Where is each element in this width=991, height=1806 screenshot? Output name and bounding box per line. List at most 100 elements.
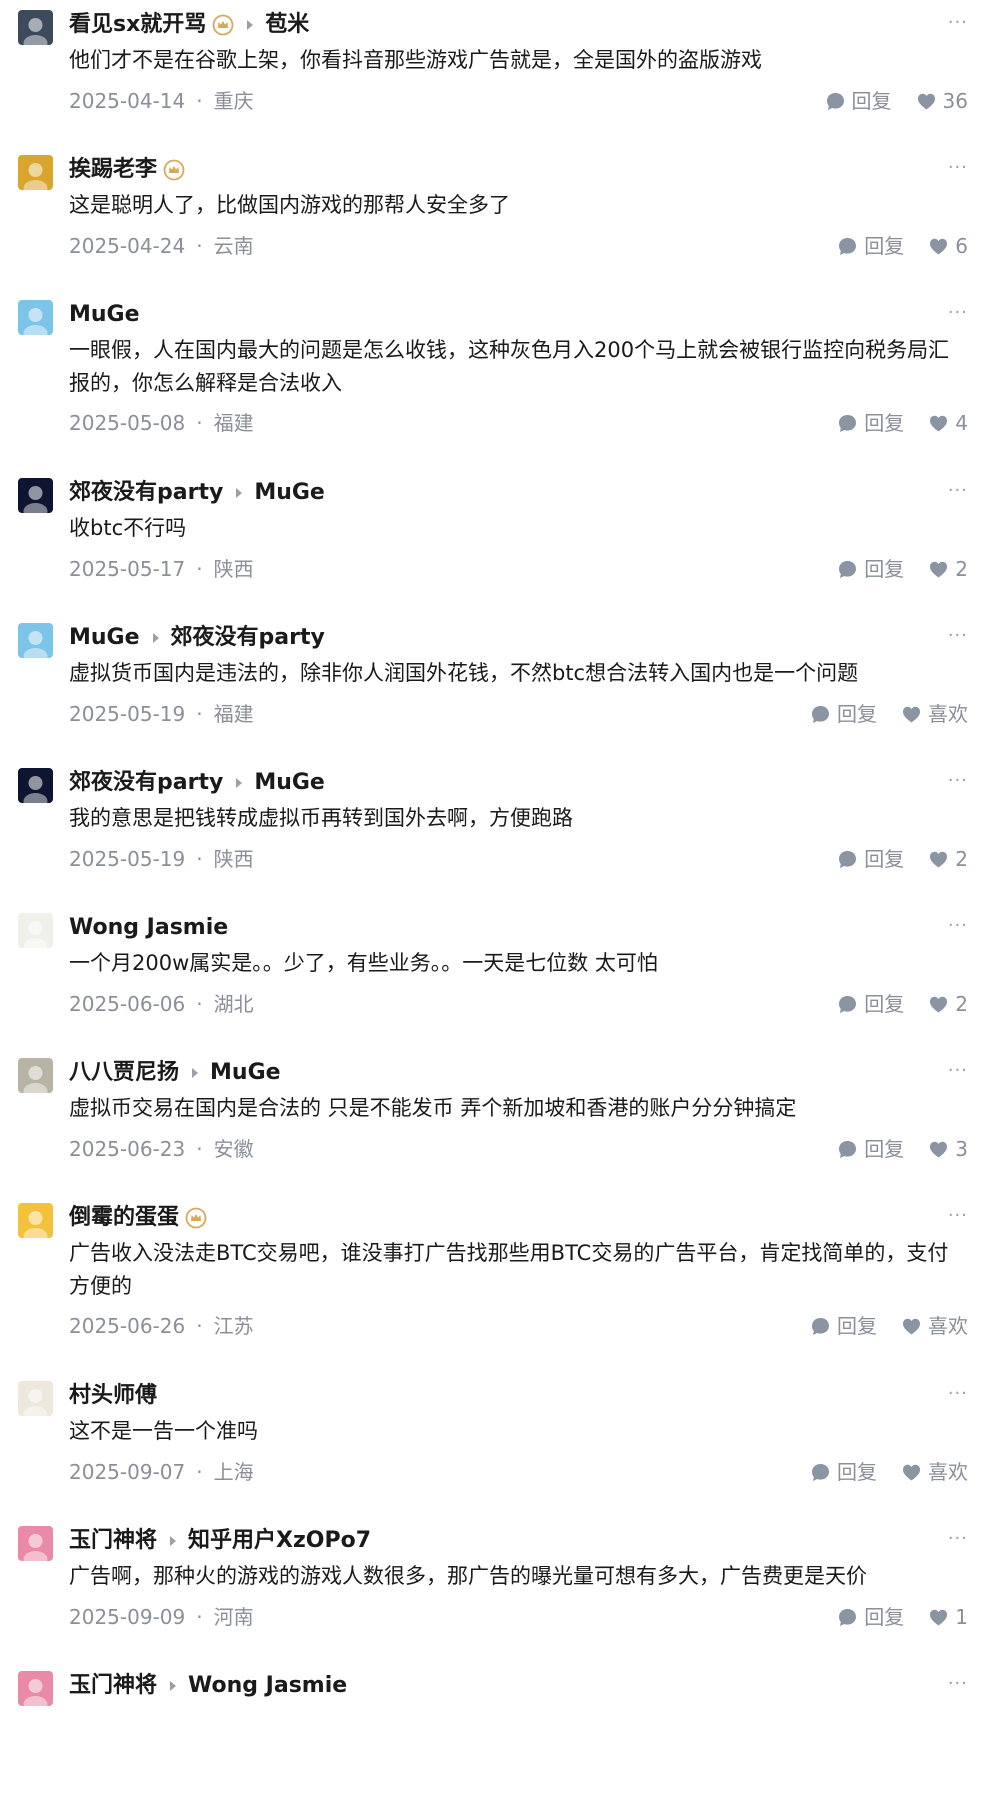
avatar[interactable] <box>18 300 53 335</box>
reply-button[interactable]: 回复 <box>837 989 904 1019</box>
more-dots-icon[interactable]: ··· <box>948 300 968 326</box>
comment-item: 挨踢老李 ··· 这是聪明人了，比做国内游戏的那帮人安全多了 2025-04-2… <box>0 145 991 290</box>
avatar[interactable] <box>18 913 53 948</box>
reply-label: 回复 <box>864 411 905 435</box>
author-name[interactable]: 八八贾尼扬 <box>69 1056 179 1090</box>
author-name[interactable]: 倒霉的蛋蛋 <box>69 1201 179 1235</box>
more-dots-icon[interactable]: ··· <box>948 1058 968 1084</box>
avatar[interactable] <box>18 1058 53 1093</box>
author-name[interactable]: 郊夜没有party <box>69 766 223 800</box>
reply-button[interactable]: 回复 <box>810 1311 877 1341</box>
speech-bubble-icon <box>839 1608 857 1626</box>
more-dots-icon[interactable]: ··· <box>948 155 968 181</box>
more-dots-icon[interactable]: ··· <box>948 1671 968 1697</box>
avatar[interactable] <box>18 1381 53 1416</box>
comment-item: 村头师傅 ··· 这不是一告一个准吗 2025-09-07 · 上海 回复 喜欢 <box>0 1371 991 1516</box>
comment-location: 河南 <box>213 1605 254 1629</box>
reply-to-name[interactable]: 苞米 <box>265 8 309 42</box>
heart-icon <box>930 561 948 577</box>
more-dots-icon[interactable]: ··· <box>948 1381 968 1407</box>
avatar[interactable] <box>18 768 53 803</box>
avatar[interactable] <box>18 1526 53 1561</box>
reply-button[interactable]: 回复 <box>837 231 904 261</box>
reply-button[interactable]: 回复 <box>837 1602 904 1632</box>
like-button[interactable]: 6 <box>928 231 968 261</box>
author-name[interactable]: 村头师傅 <box>69 1379 157 1413</box>
comment-item: 郊夜没有party MuGe ··· 收btc不行吗 2025-05-17 · 陕西… <box>0 468 991 613</box>
more-dots-icon[interactable]: ··· <box>948 478 968 504</box>
reply-button[interactable]: 回复 <box>837 844 904 874</box>
reply-to-name[interactable]: MuGe <box>254 766 325 800</box>
like-label: 1 <box>955 1605 968 1629</box>
comment-item: 看见sx就开骂 苞米 ··· 他们才不是在谷歌上架，你看抖音那些游戏广告就是，全… <box>0 0 991 145</box>
reply-to-name[interactable]: MuGe <box>254 476 325 510</box>
reply-label: 回复 <box>864 1137 905 1161</box>
reply-to-name[interactable]: 知乎用户XzOPo7 <box>188 1524 371 1558</box>
comment-item: 八八贾尼扬 MuGe ··· 虚拟币交易在国内是合法的 只是不能发币 弄个新加坡… <box>0 1048 991 1193</box>
like-button[interactable]: 喜欢 <box>901 1457 968 1487</box>
like-button[interactable]: 喜欢 <box>901 1311 968 1341</box>
more-dots-icon[interactable]: ··· <box>948 1526 968 1552</box>
like-button[interactable]: 4 <box>928 408 968 438</box>
heart-icon <box>930 1141 948 1157</box>
author-name[interactable]: 郊夜没有party <box>69 476 223 510</box>
comment-actions: 回复 36 <box>825 86 968 116</box>
more-dots-icon[interactable]: ··· <box>948 1203 968 1229</box>
author-name[interactable]: 玉门神将 <box>69 1524 157 1558</box>
comment-item: Wong Jasmie ··· 一个月200w属实是。。少了，有些业务。。一天是… <box>0 903 991 1048</box>
like-button[interactable]: 1 <box>928 1602 968 1632</box>
more-dots-icon[interactable]: ··· <box>948 623 968 649</box>
comment-text: 我的意思是把钱转成虚拟币再转到国外去啊，方便跑路 <box>69 806 573 830</box>
speech-bubble-icon <box>839 414 857 432</box>
reply-button[interactable]: 回复 <box>837 408 904 438</box>
author-name[interactable]: 玉门神将 <box>69 1669 157 1703</box>
reply-label: 回复 <box>864 847 905 871</box>
avatar[interactable] <box>18 478 53 513</box>
speech-bubble-icon <box>839 850 857 868</box>
like-button[interactable]: 2 <box>928 989 968 1019</box>
comment-date: 2025-06-26 <box>69 1314 186 1338</box>
author-name[interactable]: Wong Jasmie <box>69 911 228 945</box>
more-dots-icon[interactable]: ··· <box>948 768 968 794</box>
avatar[interactable] <box>18 10 53 45</box>
avatar[interactable] <box>18 1671 53 1706</box>
reply-button[interactable]: 回复 <box>837 1134 904 1164</box>
more-dots-icon[interactable]: ··· <box>948 913 968 939</box>
comment-header: 玉门神将 知乎用户XzOPo7 <box>69 1524 371 1558</box>
author-name[interactable]: 挨踢老李 <box>69 153 157 187</box>
like-button[interactable]: 36 <box>916 86 968 116</box>
like-button[interactable]: 3 <box>928 1134 968 1164</box>
reply-button[interactable]: 回复 <box>810 699 877 729</box>
comment-date: 2025-05-19 <box>69 702 186 726</box>
comment-text: 一个月200w属实是。。少了，有些业务。。一天是七位数 太可怕 <box>69 951 658 975</box>
comment-meta: 2025-04-24 · 云南 <box>69 231 254 261</box>
like-button[interactable]: 喜欢 <box>901 699 968 729</box>
comment-actions: 回复 喜欢 <box>810 1311 968 1341</box>
reply-to-name[interactable]: MuGe <box>210 1056 281 1090</box>
comment-meta: 2025-06-26 · 江苏 <box>69 1311 254 1341</box>
like-button[interactable]: 2 <box>928 844 968 874</box>
reply-button[interactable]: 回复 <box>810 1457 877 1487</box>
avatar-image <box>18 1671 53 1706</box>
speech-bubble-icon <box>812 705 829 723</box>
avatar[interactable] <box>18 623 53 658</box>
avatar-image <box>18 300 53 335</box>
author-name[interactable]: MuGe <box>69 298 140 332</box>
reply-label: 回复 <box>864 1605 905 1629</box>
reply-to-name[interactable]: 郊夜没有party <box>171 621 325 655</box>
more-dots-icon[interactable]: ··· <box>948 10 968 36</box>
reply-button[interactable]: 回复 <box>825 86 892 116</box>
reply-to-name[interactable]: Wong Jasmie <box>188 1669 347 1703</box>
reply-button[interactable]: 回复 <box>837 554 904 584</box>
meta-separator: · <box>196 1314 203 1338</box>
speech-bubble-icon <box>812 1463 829 1481</box>
comment-item: MuGe ··· 一眼假，人在国内最大的问题是怎么收钱，这种灰色月入200个马上… <box>0 290 991 468</box>
like-button[interactable]: 2 <box>928 554 968 584</box>
comment-date: 2025-05-17 <box>69 557 186 581</box>
avatar[interactable] <box>18 155 53 190</box>
comment-header: MuGe <box>69 298 140 332</box>
author-name[interactable]: MuGe <box>69 621 140 655</box>
author-name[interactable]: 看见sx就开骂 <box>69 8 206 42</box>
comment-meta: 2025-05-08 · 福建 <box>69 408 254 438</box>
avatar[interactable] <box>18 1203 53 1238</box>
